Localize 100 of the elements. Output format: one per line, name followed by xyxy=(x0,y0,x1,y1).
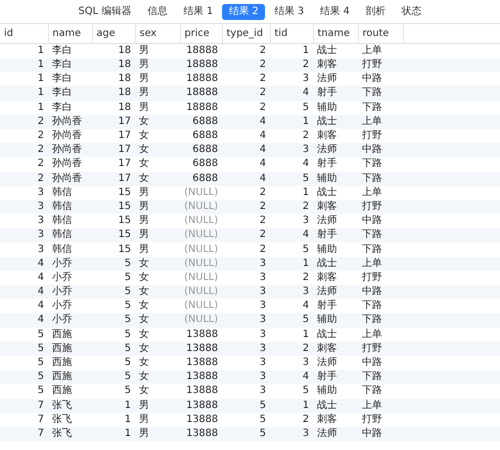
table-cell: 4 xyxy=(260,130,266,142)
table-cell: 5 xyxy=(124,357,131,368)
table-cell: 5 xyxy=(124,314,131,326)
table-cell: 孙尚香 xyxy=(52,158,82,170)
table-cell: 1 xyxy=(302,116,309,127)
table-cell: 3 xyxy=(302,286,309,298)
table-cell: 西施 xyxy=(52,342,72,354)
table-cell: 射手 xyxy=(317,87,337,98)
table-cell: 18888 xyxy=(186,87,218,98)
table-cell: 3 xyxy=(38,215,44,226)
table-cell: 4 xyxy=(302,229,309,240)
table-cell: 孙尚香 xyxy=(52,130,82,142)
table-cell: 小乔 xyxy=(52,314,72,326)
result-tab[interactable]: 结果 2 xyxy=(222,4,266,20)
table-cell: 5 xyxy=(38,357,44,368)
column-header[interactable]: route xyxy=(358,24,403,44)
column-header[interactable]: type_id xyxy=(222,24,270,44)
table-cell: 西施 xyxy=(52,371,72,382)
table-cell: 男 xyxy=(139,215,149,226)
column-header[interactable]: name xyxy=(48,24,92,44)
result-tab[interactable]: 信息 xyxy=(140,4,174,20)
table-cell: 女 xyxy=(139,172,149,184)
table-cell: 辅助 xyxy=(317,385,337,396)
table-cell: 5 xyxy=(124,342,131,354)
table-cell: 男 xyxy=(139,400,149,411)
table-cell: 3 xyxy=(260,371,266,382)
table-cell: 法师 xyxy=(317,73,337,84)
table-cell: 小乔 xyxy=(52,286,72,298)
table-cell: 法师 xyxy=(317,215,337,226)
table-cell: 5 xyxy=(260,428,266,439)
table-cell: 5 xyxy=(124,385,131,396)
table-cell: 5 xyxy=(260,400,266,411)
table-cell: 15 xyxy=(118,200,131,212)
column-header[interactable]: tid xyxy=(270,24,313,44)
table-cell: 3 xyxy=(302,357,309,368)
table-cell: 打野 xyxy=(362,414,382,425)
table-cell: 1 xyxy=(302,45,309,56)
table-cell: 15 xyxy=(118,244,131,255)
table-cell: 西施 xyxy=(52,357,72,368)
table-cell: 射手 xyxy=(317,158,337,170)
table-cell: 13888 xyxy=(186,357,218,368)
table-cell: 2 xyxy=(38,144,44,156)
table-cell: 女 xyxy=(139,116,149,127)
table-cell: 3 xyxy=(302,144,309,156)
table-cell: 18888 xyxy=(186,59,218,70)
table-cell: 法师 xyxy=(317,144,337,156)
table-cell: 5 xyxy=(124,328,131,340)
result-tab[interactable]: 状态 xyxy=(394,4,429,20)
table-cell: 4 xyxy=(260,144,266,156)
result-tab[interactable]: SQL 编辑器 xyxy=(71,4,138,20)
table-cell: (NULL) xyxy=(184,258,218,269)
table-cell: 女 xyxy=(139,300,149,312)
result-tab[interactable]: 结果 4 xyxy=(313,4,357,20)
table-cell: 5 xyxy=(302,244,309,255)
table-cell: 上单 xyxy=(362,328,382,340)
table-cell: 4 xyxy=(38,258,44,269)
result-tab[interactable]: 结果 1 xyxy=(176,4,220,20)
table-cell: 5 xyxy=(124,272,131,283)
table-cell: 5 xyxy=(302,314,309,326)
table-cell: 韩信 xyxy=(52,244,72,255)
table-cell: 男 xyxy=(139,73,149,84)
table-cell: 13888 xyxy=(186,371,218,382)
table-cell: 男 xyxy=(139,414,149,425)
table-cell: 4 xyxy=(302,158,309,170)
table-cell: 4 xyxy=(38,286,44,298)
table-cell: 1 xyxy=(38,73,44,84)
column-header[interactable]: price xyxy=(180,24,222,44)
table-cell: 7 xyxy=(38,428,44,439)
table-cell: 刺客 xyxy=(317,272,337,283)
table-cell: 法师 xyxy=(317,357,337,368)
column-header[interactable]: sex xyxy=(135,24,180,44)
table-cell: 2 xyxy=(38,172,44,184)
table-cell: 战士 xyxy=(317,45,337,56)
table-cell: 13888 xyxy=(186,414,218,425)
result-tab[interactable]: 结果 3 xyxy=(267,4,312,20)
table-cell: 13888 xyxy=(186,342,218,354)
table-cell: 刺客 xyxy=(317,414,337,425)
table-cell: 中路 xyxy=(362,73,382,84)
table-cell: 下路 xyxy=(362,385,382,396)
table-cell: 3 xyxy=(302,428,309,439)
table-cell: 1 xyxy=(38,102,44,113)
table-cell: 下路 xyxy=(362,244,382,255)
table-cell: 5 xyxy=(302,385,309,396)
table-cell: 辅助 xyxy=(317,314,337,326)
table-cell: 打野 xyxy=(362,342,382,354)
column-header[interactable]: id xyxy=(0,24,48,44)
table-cell: 李白 xyxy=(52,102,72,113)
table-cell: 17 xyxy=(118,130,131,142)
table-cell: 5 xyxy=(38,371,44,382)
column-header[interactable]: age xyxy=(92,24,135,44)
table-cell: 18888 xyxy=(186,73,218,84)
column-header[interactable]: tname xyxy=(313,24,358,44)
table-cell: 4 xyxy=(302,87,309,98)
table-cell: 下路 xyxy=(362,87,382,98)
table-cell: 2 xyxy=(38,116,44,127)
result-tab[interactable]: 剖析 xyxy=(358,4,393,20)
table-cell: 上单 xyxy=(362,116,382,127)
table-cell: (NULL) xyxy=(184,200,218,212)
table-cell: 李白 xyxy=(52,59,72,70)
table-cell: 5 xyxy=(302,172,309,184)
